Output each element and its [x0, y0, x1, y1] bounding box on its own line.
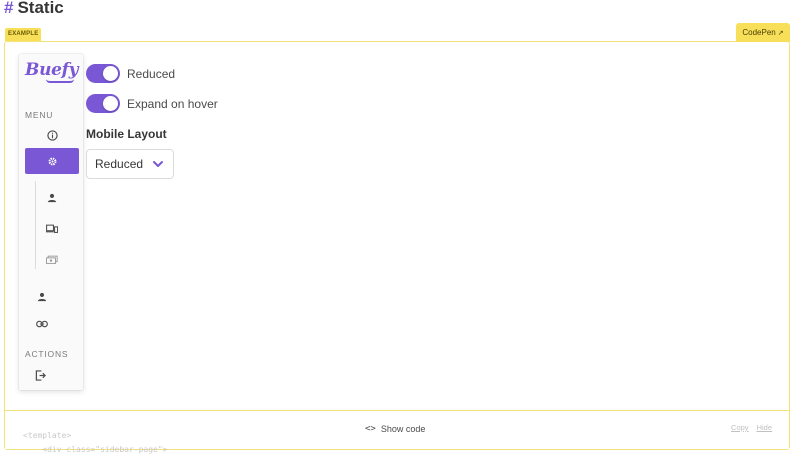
- page-title: # Static: [4, 0, 64, 18]
- logo-swash: [46, 79, 74, 83]
- cog-icon[interactable]: [25, 148, 79, 174]
- reduced-label: Reduced: [127, 66, 176, 81]
- menu-label: MENU: [25, 110, 54, 120]
- reduced-switch[interactable]: [86, 64, 120, 83]
- link-icon[interactable]: [15, 311, 69, 337]
- account-icon[interactable]: [25, 185, 79, 211]
- mobile-layout-value: Reduced: [95, 157, 144, 171]
- code-bar: <template> <div class="sidebar-page"> <>…: [5, 410, 789, 454]
- chevron-down-icon: [153, 161, 163, 167]
- example-tag: EXAMPLE: [5, 28, 42, 41]
- anchor-hash[interactable]: #: [4, 0, 13, 17]
- hide-link[interactable]: Hide: [757, 423, 772, 432]
- code-preview: <template> <div class="sidebar-page">: [23, 429, 168, 457]
- cash-multiple-icon[interactable]: [25, 247, 79, 273]
- codepen-label: CodePen: [742, 28, 776, 37]
- codepen-link[interactable]: CodePen ↗: [736, 23, 790, 42]
- copy-hide-links: Copy Hide: [723, 423, 772, 432]
- copy-link[interactable]: Copy: [731, 423, 749, 432]
- cellphone-link-icon[interactable]: [25, 216, 79, 242]
- sidebar: Buefy MENU ACTIONS: [19, 54, 83, 390]
- expand-toggle-row[interactable]: Expand on hover: [86, 94, 218, 113]
- mobile-layout-label: Mobile Layout: [86, 127, 167, 141]
- logout-icon[interactable]: [13, 362, 67, 388]
- buefy-logo: Buefy: [25, 60, 79, 80]
- code-line-1: <template>: [23, 431, 72, 440]
- code-icon: <>: [365, 424, 376, 434]
- actions-label: ACTIONS: [25, 349, 69, 359]
- page-title-text: Static: [17, 0, 64, 17]
- mobile-layout-select[interactable]: Reduced: [86, 149, 174, 179]
- expand-switch[interactable]: [86, 94, 120, 113]
- reduced-toggle-row[interactable]: Reduced: [86, 64, 175, 83]
- show-code-label: Show code: [380, 424, 426, 434]
- external-link-icon: ↗: [777, 30, 784, 37]
- show-code-button[interactable]: <> Show code: [365, 424, 425, 434]
- code-line-2: <div class="sidebar-page">: [23, 445, 168, 454]
- info-circle-icon[interactable]: [25, 122, 79, 148]
- expand-label: Expand on hover: [127, 96, 218, 111]
- account-icon[interactable]: [15, 284, 69, 310]
